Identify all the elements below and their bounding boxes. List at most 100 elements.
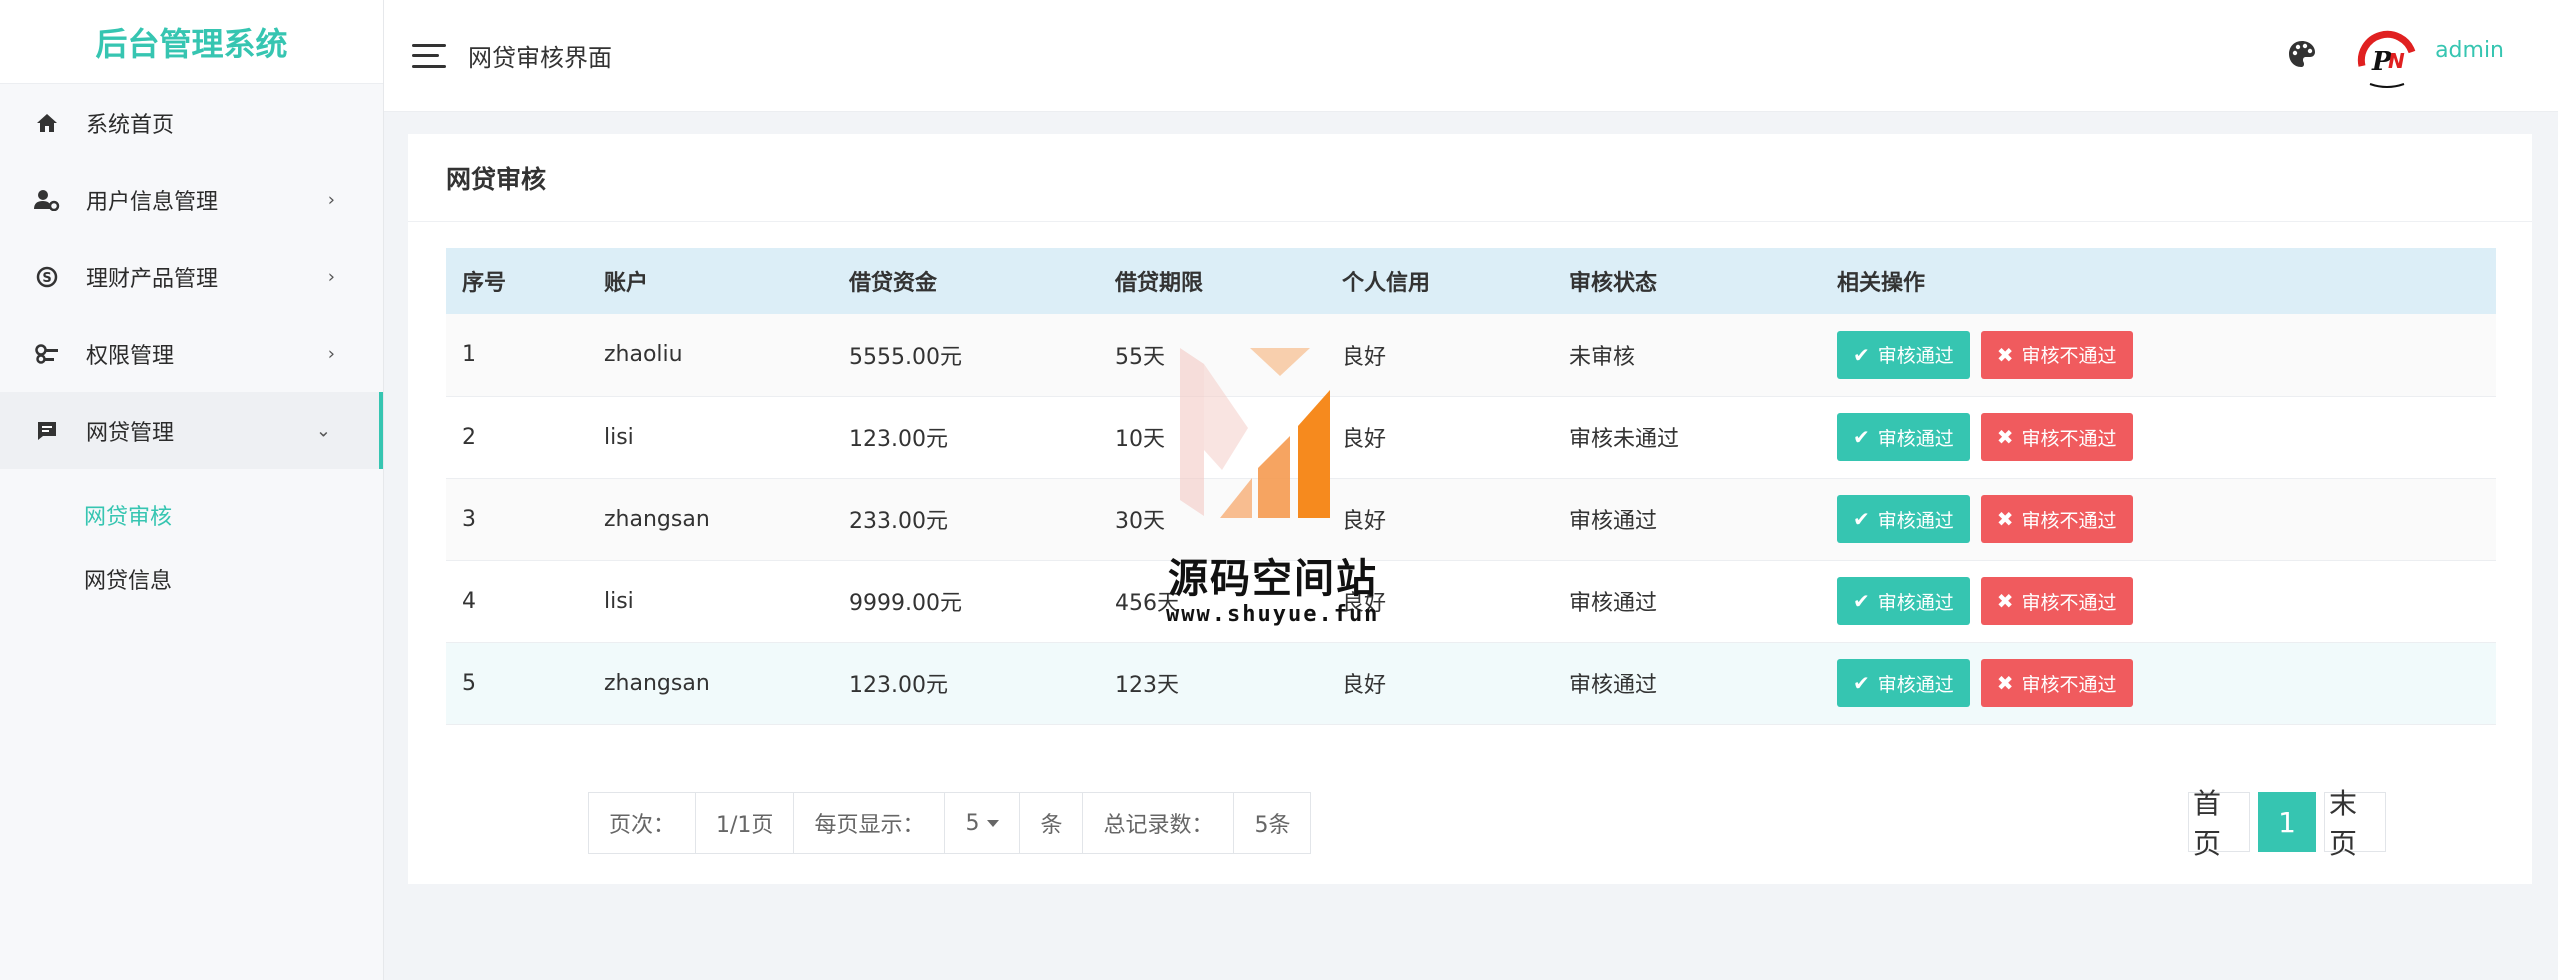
cell-index: 1 <box>462 342 476 368</box>
money-circle-icon: S <box>34 264 60 290</box>
cell-status: 审核通过 <box>1569 509 1658 534</box>
loan-review-card: 网贷审核 序号 账户 借贷资金 借贷期限 个人信用 审核状态 相关操作 1 zh… <box>408 134 2532 884</box>
card-title: 网贷审核 <box>408 134 2532 222</box>
reject-label: 审核不通过 <box>2021 673 2117 696</box>
approve-button[interactable]: ✔ 审核通过 <box>1837 330 1970 379</box>
cell-account: lisi <box>604 588 634 614</box>
loan-review-table: 序号 账户 借贷资金 借贷期限 个人信用 审核状态 相关操作 1 zhaoliu… <box>446 248 2496 725</box>
check-icon: ✔ <box>1853 425 1870 449</box>
approve-label: 审核通过 <box>1877 427 1954 450</box>
table-row: 4 lisi 9999.00元 456天 良好 审核通过 ✔ 审核通过 ✖ 审核不通… <box>446 560 2496 642</box>
cell-amount: 233.00元 <box>849 509 948 534</box>
close-icon: ✖ <box>1996 671 2014 695</box>
cell-status: 未审核 <box>1569 344 1636 370</box>
cell-status: 审核通过 <box>1569 591 1658 616</box>
approve-label: 审核通过 <box>1877 345 1954 368</box>
reject-button[interactable]: ✖ 审核不通过 <box>1980 413 2133 461</box>
check-icon: ✔ <box>1853 507 1870 531</box>
cell-amount: 9999.00元 <box>849 591 962 616</box>
reject-button[interactable]: ✖ 审核不通过 <box>1980 577 2133 625</box>
cell-index: 5 <box>462 670 476 696</box>
sidebar-item-home[interactable]: 系统首页 <box>0 84 383 161</box>
column-header: 相关操作 <box>1837 271 1926 296</box>
reject-button[interactable]: ✖ 审核不通过 <box>1980 330 2133 379</box>
per-page-select[interactable]: 5 <box>945 793 1021 853</box>
table-row: 2 lisi 123.00元 10天 良好 审核未通过 ✔ 审核通过 ✖ 审核不通过 <box>446 396 2496 478</box>
submenu-item-loan-review[interactable]: 网贷审核 <box>0 483 383 547</box>
cell-status: 审核通过 <box>1569 673 1658 698</box>
approve-button[interactable]: ✔ 审核通过 <box>1837 495 1970 543</box>
cell-term: 123天 <box>1115 673 1179 698</box>
column-header: 借贷期限 <box>1115 271 1204 296</box>
sidebar-item-label: 系统首页 <box>86 112 175 138</box>
reject-label: 审核不通过 <box>2021 509 2117 532</box>
sidebar: 后台管理系统 系统首页 用户信息管理 › S 理财产品管理 › 权限管理 › 网… <box>0 0 384 980</box>
reject-button[interactable]: ✖ 审核不通过 <box>1980 495 2133 543</box>
reject-label: 审核不通过 <box>2021 345 2117 368</box>
sidebar-item-finance-products[interactable]: S 理财产品管理 › <box>0 238 383 315</box>
svg-text:S: S <box>42 271 51 286</box>
caret-down-icon <box>987 819 1000 827</box>
table-row: 5 zhangsan 123.00元 123天 良好 审核通过 ✔ 审核通过 ✖ 审… <box>446 642 2496 724</box>
pagination-info: 页次： 1/1页 每页显示： 5 条 总记录数： 5条 <box>588 792 1312 854</box>
page-value: 1/1页 <box>696 793 795 853</box>
sidebar-item-label: 网贷管理 <box>86 420 175 446</box>
total-label: 总记录数： <box>1083 793 1235 853</box>
reject-label: 审核不通过 <box>2021 427 2117 450</box>
reject-button[interactable]: ✖ 审核不通过 <box>1980 659 2133 707</box>
cell-actions: ✔ 审核通过 ✖ 审核不通过 <box>1821 396 2496 478</box>
chevron-right-icon: › <box>327 343 335 364</box>
cell-credit: 良好 <box>1342 344 1387 370</box>
cell-credit: 良好 <box>1342 427 1387 452</box>
chevron-right-icon: › <box>327 189 335 210</box>
sidebar-item-label: 用户信息管理 <box>86 189 219 215</box>
cell-term: 55天 <box>1115 344 1165 370</box>
user-settings-icon <box>34 187 60 213</box>
approve-button[interactable]: ✔ 审核通过 <box>1837 659 1970 707</box>
key-icon <box>34 341 60 367</box>
hamburger-menu-icon[interactable] <box>412 43 446 68</box>
table-row: 1 zhaoliu 5555.00元 55天 良好 未审核 ✔ 审核通过 ✖ 审核不… <box>446 314 2496 396</box>
pager: 首页 1 末页 <box>2188 787 2386 860</box>
per-page-value: 5 <box>965 810 980 836</box>
check-icon: ✔ <box>1853 589 1870 613</box>
per-page-label: 每页显示： <box>794 793 946 853</box>
chevron-right-icon: › <box>327 266 335 287</box>
top-header: 网贷审核界面 P N admin <box>384 0 2558 112</box>
loan-submenu: 网贷审核 网贷信息 <box>0 469 383 611</box>
submenu-item-loan-info[interactable]: 网贷信息 <box>0 547 383 611</box>
cell-index: 4 <box>462 588 476 614</box>
svg-text:N: N <box>2388 49 2405 73</box>
home-icon <box>34 110 60 136</box>
cell-amount: 5555.00元 <box>849 344 962 370</box>
column-header: 借贷资金 <box>849 271 938 296</box>
watermark-url: www.shuyue.fun <box>1166 602 1380 627</box>
sidebar-item-label: 理财产品管理 <box>86 266 219 292</box>
close-icon: ✖ <box>1996 507 2014 531</box>
cell-status: 审核未通过 <box>1569 427 1680 452</box>
sidebar-item-permissions[interactable]: 权限管理 › <box>0 315 383 392</box>
first-page-button[interactable]: 首页 <box>2188 787 2250 860</box>
column-header: 账户 <box>604 271 649 296</box>
page-title: 网贷审核界面 <box>468 44 612 72</box>
user-name[interactable]: admin <box>2435 38 2504 63</box>
check-icon: ✔ <box>1853 342 1870 367</box>
avatar[interactable]: P N <box>2354 26 2420 92</box>
close-icon: ✖ <box>1996 589 2014 613</box>
palette-icon[interactable] <box>2286 38 2318 70</box>
last-page-button[interactable]: 末页 <box>2324 787 2386 860</box>
sidebar-item-loan-management[interactable]: 网贷管理 ⌄ <box>0 392 383 469</box>
approve-button[interactable]: ✔ 审核通过 <box>1837 413 1970 461</box>
cell-account: zhangsan <box>604 670 710 696</box>
approve-button[interactable]: ✔ 审核通过 <box>1837 577 1970 625</box>
approve-label: 审核通过 <box>1877 509 1954 532</box>
cell-account: zhaoliu <box>604 342 683 368</box>
column-header: 个人信用 <box>1342 271 1431 296</box>
watermark-text: 源码空间站 <box>1168 556 1378 602</box>
column-header: 序号 <box>462 271 507 296</box>
sidebar-item-user-info[interactable]: 用户信息管理 › <box>0 161 383 238</box>
page-number-button[interactable]: 1 <box>2258 792 2316 852</box>
cell-actions: ✔ 审核通过 ✖ 审核不通过 <box>1821 560 2496 642</box>
per-page-unit: 条 <box>1020 793 1084 853</box>
cell-credit: 良好 <box>1342 673 1387 698</box>
